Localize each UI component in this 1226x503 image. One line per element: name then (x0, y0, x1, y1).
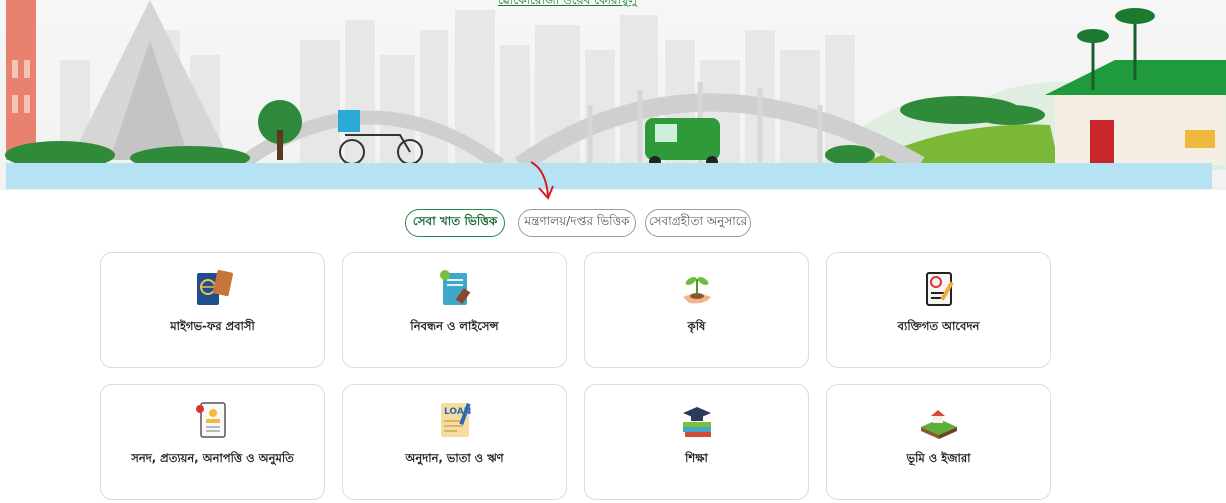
land-icon (920, 410, 957, 439)
category-label: ভূমি ও ইজারা (906, 451, 971, 465)
category-label: অনুদান, ভাতা ও ঋণ (405, 451, 504, 465)
category-card-personal[interactable]: ব্যক্তিগত আবেদন (826, 252, 1051, 368)
category-label: মাইগভ-ফর প্রবাসী (170, 319, 255, 333)
category-card-land[interactable]: ভূমি ও ইজারা (826, 384, 1051, 500)
certificate-icon (195, 402, 226, 438)
plant-hand-icon (682, 277, 711, 304)
category-label: সনদ, প্রত্যয়ন, অনাপত্তি ও অনুমতি (131, 451, 294, 465)
category-label: শিক্ষা (685, 451, 708, 465)
category-card-agriculture[interactable]: কৃষি (584, 252, 809, 368)
personal-application-icon (925, 272, 954, 306)
loan-icon: LOAN (440, 402, 471, 437)
category-card-certificate[interactable]: সনদ, প্রত্যয়ন, অনাপত্তি ও অনুমতি (100, 384, 325, 500)
filter-ministry[interactable]: মন্ত্রণালয়/দপ্তর ভিত্তিক (518, 209, 636, 237)
header-link[interactable]: ৱোকোরোজা ওয়েব কোরাম্বুলু (498, 0, 637, 12)
filter-tabs: সেবা খাত ভিত্তিক মন্ত্রণালয়/দপ্তর ভিত্ত… (0, 209, 1226, 239)
filter-service-sector[interactable]: সেবা খাত ভিত্তিক (405, 209, 505, 237)
category-label: ব্যক্তিগত আবেদন (897, 319, 980, 333)
category-card-grants-loan[interactable]: LOAN অনুদান, ভাতা ও ঋণ (342, 384, 567, 500)
passport-icon (196, 269, 233, 305)
education-icon (682, 407, 711, 437)
category-label: কৃষি (687, 319, 706, 333)
red-arrow-icon (530, 161, 554, 200)
city-illustration (5, 0, 1226, 189)
hero-banner: ৱোকোরোজা ওয়েব কোরাম্বুলু (0, 0, 1226, 190)
category-card-education[interactable]: শিক্ষা (584, 384, 809, 500)
filter-recipient[interactable]: সেবাগ্রহীতা অনুসারে (645, 209, 751, 237)
category-card-registration[interactable]: নিবন্ধন ও লাইসেন্স (342, 252, 567, 368)
category-label: নিবন্ধন ও লাইসেন্স (410, 319, 499, 333)
registration-license-icon (439, 270, 470, 305)
category-card-migov[interactable]: মাইগভ-ফর প্রবাসী (100, 252, 325, 368)
